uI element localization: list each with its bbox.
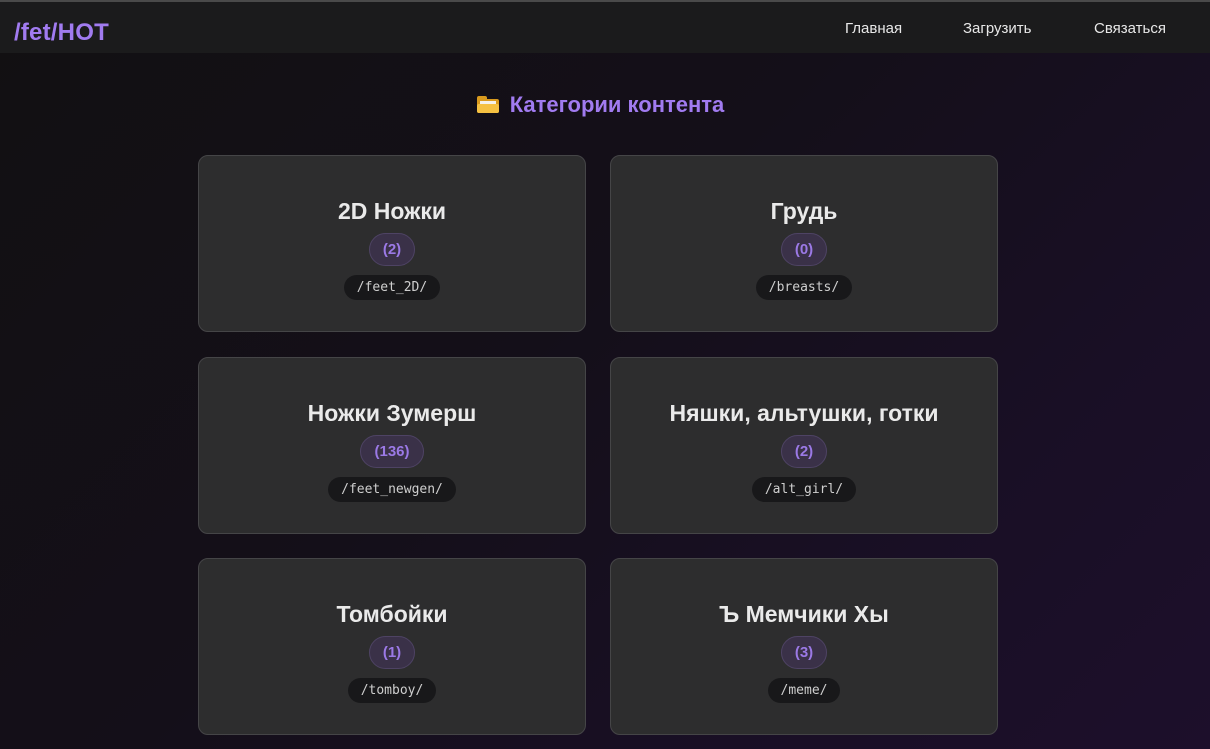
- nav-link-home[interactable]: Главная: [845, 20, 902, 38]
- section-heading: Категории контента: [0, 90, 1200, 120]
- folder-icon: [476, 96, 500, 113]
- category-title: Ножки Зумерш: [307, 400, 477, 426]
- category-card-feet-newgen[interactable]: Ножки Зумерш (136) /feet_newgen/: [198, 357, 586, 534]
- category-card-feet-2d[interactable]: 2D Ножки (2) /feet_2D/: [198, 155, 586, 332]
- nav-link-upload[interactable]: Загрузить: [963, 20, 1032, 38]
- category-card-meme[interactable]: Ъ Мемчики Хы (3) /meme/: [610, 558, 998, 735]
- nav-link-contact[interactable]: Связаться: [1094, 20, 1166, 38]
- category-title: Грудь: [770, 198, 838, 224]
- category-card-tomboy[interactable]: Томбойки (1) /tomboy/: [198, 558, 586, 735]
- category-count-badge: (1): [368, 636, 416, 669]
- category-title: Ъ Мемчики Хы: [719, 601, 889, 627]
- category-card-alt-girl[interactable]: Няшки, альтушки, готки (2) /alt_girl/: [610, 357, 998, 534]
- category-count-badge: (2): [368, 233, 416, 266]
- section-title: Категории контента: [509, 92, 725, 117]
- category-path: /alt_girl/: [751, 477, 857, 502]
- site-logo[interactable]: /fet/HOT: [14, 18, 109, 48]
- category-count-badge: (136): [360, 435, 424, 468]
- category-title: Няшки, альтушки, готки: [669, 400, 939, 426]
- category-card-breasts[interactable]: Грудь (0) /breasts/: [610, 155, 998, 332]
- category-count-badge: (3): [780, 636, 828, 669]
- category-path: /meme/: [767, 678, 841, 703]
- category-title: 2D Ножки: [337, 198, 447, 224]
- category-path: /feet_2D/: [343, 275, 441, 300]
- site-header: /fet/HOT Главная Загрузить Связаться: [0, 2, 1210, 53]
- category-count-badge: (0): [780, 233, 828, 266]
- category-path: /breasts/: [755, 275, 853, 300]
- category-path: /tomboy/: [347, 678, 437, 703]
- category-path: /feet_newgen/: [328, 477, 456, 502]
- category-title: Томбойки: [336, 601, 448, 627]
- category-count-badge: (2): [780, 435, 828, 468]
